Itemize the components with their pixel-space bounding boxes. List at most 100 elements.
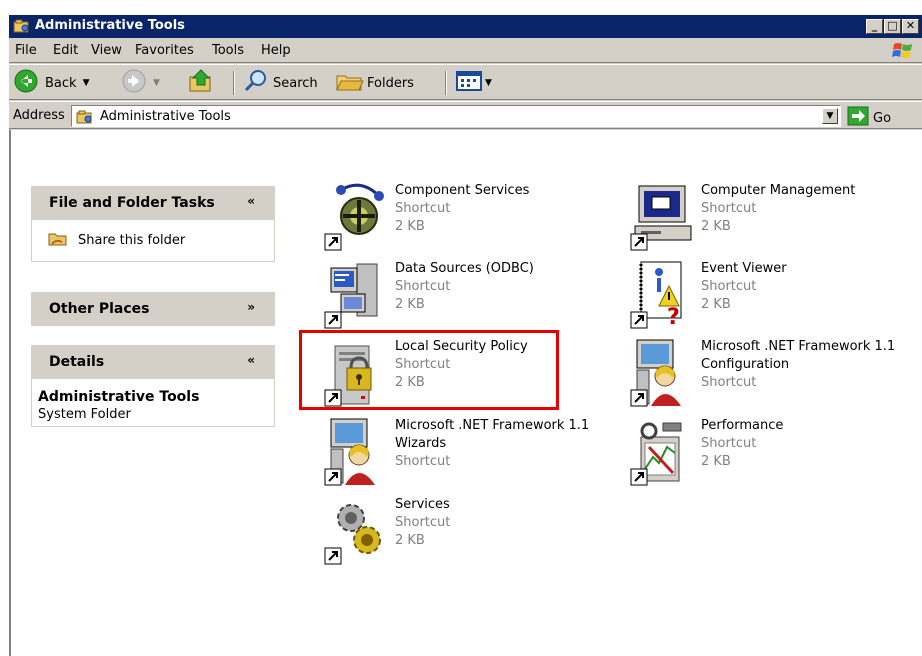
item-type: Shortcut bbox=[701, 436, 757, 451]
event-viewer-icon: ? bbox=[627, 260, 697, 336]
item-type: Shortcut bbox=[701, 201, 757, 216]
folders-button[interactable]: Folders bbox=[335, 65, 414, 101]
details-panel: Details « Administrative Tools System Fo… bbox=[31, 345, 275, 427]
performance-icon bbox=[627, 417, 697, 493]
up-folder-button[interactable] bbox=[187, 65, 215, 101]
item-type: Shortcut bbox=[395, 454, 451, 469]
search-icon bbox=[243, 68, 269, 98]
chevron-down-icon[interactable]: ▼ bbox=[485, 78, 492, 88]
item-type: Shortcut bbox=[395, 201, 451, 216]
collapse-chevron-icon[interactable]: « bbox=[247, 353, 255, 367]
item-type: Shortcut bbox=[395, 515, 451, 530]
folder-tools-icon bbox=[13, 18, 31, 38]
menu-tools[interactable]: Tools bbox=[212, 43, 244, 58]
selection-highlight-box bbox=[299, 330, 559, 410]
go-label: Go bbox=[873, 110, 892, 126]
address-bar: Address Administrative Tools ▼ Go bbox=[9, 101, 922, 129]
details-header[interactable]: Details « bbox=[31, 345, 275, 379]
content-area: File and Folder Tasks « Share this folde… bbox=[9, 130, 922, 656]
share-folder-link[interactable]: Share this folder bbox=[48, 230, 185, 250]
menu-edit[interactable]: Edit bbox=[53, 43, 78, 58]
back-arrow-icon bbox=[13, 68, 39, 98]
chevron-down-icon[interactable]: ▼ bbox=[83, 78, 90, 88]
item-size: 2 KB bbox=[395, 297, 425, 312]
list-item-component-services[interactable]: Component Services Shortcut 2 KB bbox=[317, 182, 617, 260]
item-type: Shortcut bbox=[395, 279, 451, 294]
address-value: Administrative Tools bbox=[100, 109, 231, 124]
item-name: Performance bbox=[701, 418, 784, 433]
details-name: Administrative Tools bbox=[38, 389, 200, 405]
chevron-down-icon[interactable]: ▼ bbox=[153, 78, 160, 88]
back-button[interactable]: Back ▼ bbox=[13, 65, 89, 101]
forward-button[interactable]: ▼ bbox=[121, 65, 160, 101]
svg-text:?: ? bbox=[667, 305, 680, 330]
views-icon bbox=[455, 68, 483, 98]
item-name: Component Services bbox=[395, 183, 530, 198]
item-size: 2 KB bbox=[395, 219, 425, 234]
file-folder-tasks-panel: File and Folder Tasks « Share this folde… bbox=[31, 186, 275, 262]
item-size: 2 KB bbox=[701, 454, 731, 469]
address-input[interactable]: Administrative Tools ▼ bbox=[71, 105, 841, 127]
list-item-performance[interactable]: Performance Shortcut 2 KB bbox=[623, 417, 922, 495]
search-button[interactable]: Search bbox=[243, 65, 318, 101]
go-button[interactable]: Go bbox=[847, 106, 891, 130]
file-folder-tasks-header[interactable]: File and Folder Tasks « bbox=[31, 186, 275, 220]
item-subtitle: Configuration bbox=[701, 357, 790, 372]
item-name: Microsoft .NET Framework 1.1 bbox=[701, 339, 896, 354]
explorer-window: Administrative Tools _ □ ✕ File Edit Vie… bbox=[8, 14, 922, 656]
back-label: Back bbox=[45, 75, 77, 91]
menu-file[interactable]: File bbox=[15, 43, 37, 58]
other-places-panel: Other Places » bbox=[31, 292, 275, 326]
data-sources-icon bbox=[321, 260, 391, 336]
menu-help[interactable]: Help bbox=[261, 43, 291, 58]
component-services-icon bbox=[321, 182, 391, 258]
expand-chevron-icon[interactable]: » bbox=[247, 300, 255, 314]
windows-logo-icon bbox=[892, 41, 914, 65]
menu-favorites[interactable]: Favorites bbox=[135, 43, 194, 58]
share-folder-label: Share this folder bbox=[78, 232, 186, 248]
toolbar-separator bbox=[233, 71, 235, 95]
list-item-dotnet-wizards[interactable]: Microsoft .NET Framework 1.1 Wizards Sho… bbox=[317, 417, 617, 495]
list-item-computer-management[interactable]: Computer Management Shortcut 2 KB bbox=[623, 182, 922, 260]
collapse-chevron-icon[interactable]: « bbox=[247, 194, 255, 208]
computer-management-icon bbox=[627, 182, 697, 258]
item-name: Microsoft .NET Framework 1.1 bbox=[395, 418, 590, 433]
other-places-header[interactable]: Other Places » bbox=[31, 292, 275, 326]
close-button[interactable]: ✕ bbox=[902, 19, 919, 34]
title-bar[interactable]: Administrative Tools _ □ ✕ bbox=[9, 15, 922, 38]
item-name: Services bbox=[395, 497, 450, 512]
menu-view[interactable]: View bbox=[91, 43, 122, 58]
dotnet-wizards-icon bbox=[321, 417, 391, 493]
item-type: Shortcut bbox=[701, 279, 757, 294]
list-item-services[interactable]: Services Shortcut 2 KB bbox=[317, 496, 617, 574]
folder-tools-icon bbox=[76, 109, 94, 129]
views-button[interactable]: ▼ bbox=[455, 65, 492, 101]
panel-title: File and Folder Tasks bbox=[49, 195, 215, 211]
item-subtitle: Wizards bbox=[395, 436, 447, 451]
address-dropdown-icon[interactable]: ▼ bbox=[822, 108, 838, 124]
share-folder-icon bbox=[48, 230, 68, 250]
toolbar: Back ▼ ▼ Search Folders ▼ bbox=[9, 64, 922, 100]
go-arrow-icon bbox=[847, 106, 869, 130]
dotnet-configuration-icon bbox=[627, 338, 697, 414]
minimize-button[interactable]: _ bbox=[866, 19, 883, 34]
menu-bar: File Edit View Favorites Tools Help bbox=[9, 39, 922, 63]
forward-arrow-icon bbox=[121, 68, 147, 98]
item-size: 2 KB bbox=[701, 219, 731, 234]
item-name: Data Sources (ODBC) bbox=[395, 261, 534, 276]
file-list: Component Services Shortcut 2 KB Compute… bbox=[289, 130, 922, 656]
search-label: Search bbox=[273, 75, 318, 91]
window-title: Administrative Tools bbox=[35, 18, 185, 33]
item-type: Shortcut bbox=[701, 375, 757, 390]
maximize-button[interactable]: □ bbox=[884, 19, 901, 34]
list-item-dotnet-configuration[interactable]: Microsoft .NET Framework 1.1 Configurati… bbox=[623, 338, 922, 416]
item-size: 2 KB bbox=[395, 533, 425, 548]
list-item-data-sources[interactable]: Data Sources (ODBC) Shortcut 2 KB bbox=[317, 260, 617, 338]
panel-title: Details bbox=[49, 354, 105, 370]
item-name: Computer Management bbox=[701, 183, 856, 198]
folders-icon bbox=[335, 68, 365, 98]
list-item-event-viewer[interactable]: ? Event Viewer Shortcut 2 KB bbox=[623, 260, 922, 338]
item-size: 2 KB bbox=[701, 297, 731, 312]
item-name: Event Viewer bbox=[701, 261, 787, 276]
services-icon bbox=[321, 496, 391, 572]
